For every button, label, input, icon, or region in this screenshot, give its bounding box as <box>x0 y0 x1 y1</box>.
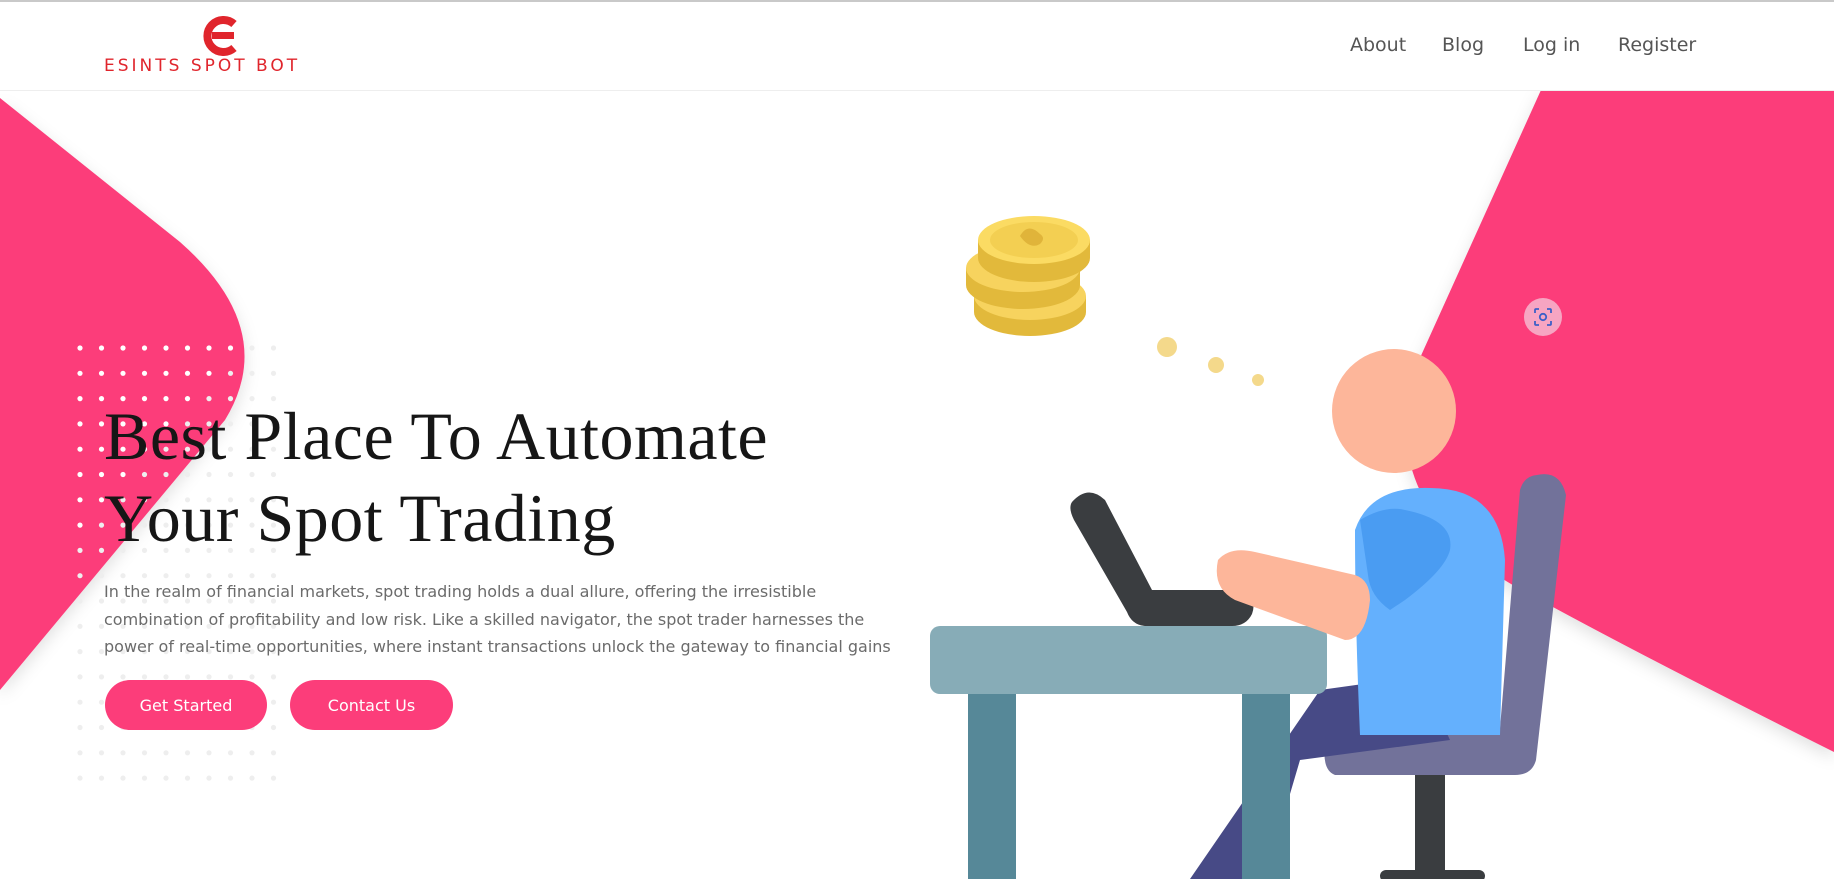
coin-stack-icon <box>966 216 1090 336</box>
get-started-button[interactable]: Get Started <box>105 680 267 730</box>
nav-about[interactable]: About <box>1350 34 1406 56</box>
esints-logo-icon <box>203 16 237 56</box>
contact-us-button[interactable]: Contact Us <box>290 680 453 730</box>
nav-blog[interactable]: Blog <box>1442 34 1484 56</box>
brand-name: ESINTS SPOT BOT <box>104 56 301 76</box>
thought-dot <box>1157 337 1177 357</box>
nav-register[interactable]: Register <box>1618 34 1696 56</box>
hero-description: In the realm of financial markets, spot … <box>104 582 891 656</box>
hero-title: Best Place To Automate Your Spot Trading <box>104 395 924 559</box>
thought-dot <box>1252 374 1264 386</box>
hero-title-line1: Best Place To Automate <box>104 398 769 474</box>
screenshot-focus-button[interactable] <box>1524 298 1562 336</box>
thought-dot <box>1208 357 1224 373</box>
brand-logo[interactable]: ESINTS SPOT BOT <box>104 16 329 78</box>
hero-title-line2: Your Spot Trading <box>104 480 616 556</box>
screenshot-focus-icon <box>1534 308 1552 326</box>
nav-login[interactable]: Log in <box>1523 34 1580 56</box>
site-header: ESINTS SPOT BOT About Blog Log in Regist… <box>0 2 1834 91</box>
